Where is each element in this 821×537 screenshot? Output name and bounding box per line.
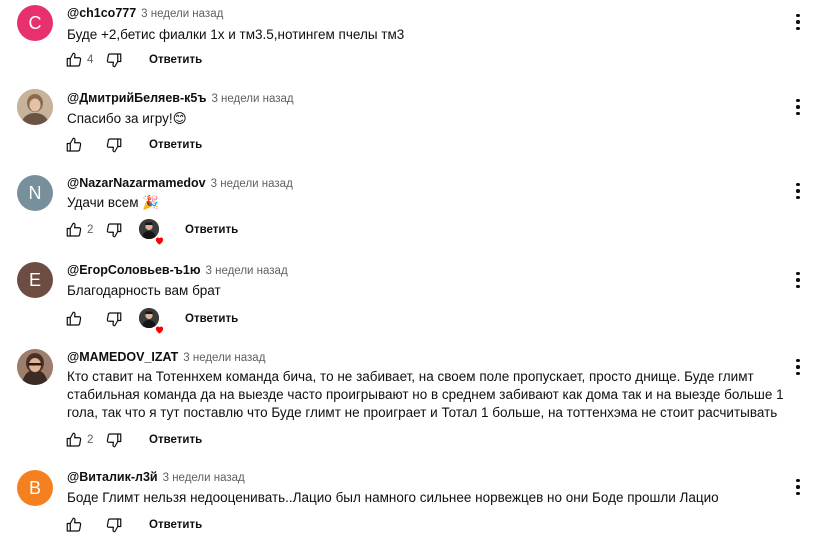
author-name[interactable]: @NazarNazarmamedov: [67, 176, 206, 190]
author-name[interactable]: @Виталик-л3й: [67, 470, 158, 484]
comment-header: @ch1co777 3 недели назад: [67, 6, 223, 20]
avatar[interactable]: [17, 89, 53, 125]
like-count: 4: [87, 54, 94, 66]
comment-header: @ЕгорСоловьев-ъ1ю 3 недели назад: [67, 263, 288, 277]
author-name[interactable]: @ЕгорСоловьев-ъ1ю: [67, 263, 201, 277]
comment-timestamp[interactable]: 3 недели назад: [206, 265, 288, 277]
comment-text: Удачи всем 🎉: [67, 195, 160, 210]
like-icon[interactable]: [63, 134, 85, 156]
like-count: 2: [87, 224, 94, 236]
comment-header: @ДмитрийБеляев-к5ъ 3 недели назад: [67, 91, 294, 105]
creator-heart-badge[interactable]: [139, 308, 164, 334]
dislike-icon[interactable]: [103, 308, 125, 330]
comment-actions: Ответить: [63, 307, 238, 334]
author-name[interactable]: @ch1co777: [67, 6, 136, 20]
more-options-icon[interactable]: [789, 357, 807, 377]
more-options-icon[interactable]: [789, 181, 807, 201]
like-count: 2: [87, 434, 94, 446]
comment-actions: 2 Ответить: [63, 218, 238, 245]
comment-actions: 2 Ответить: [63, 428, 202, 452]
avatar[interactable]: B: [17, 470, 53, 506]
heart-icon: [154, 233, 165, 245]
avatar[interactable]: N: [17, 175, 53, 211]
like-icon[interactable]: [63, 429, 85, 451]
like-icon[interactable]: [63, 514, 85, 536]
dislike-icon[interactable]: [103, 134, 125, 156]
comment-timestamp[interactable]: 3 недели назад: [141, 8, 223, 20]
like-icon[interactable]: [63, 49, 85, 71]
comment-header: @Виталик-л3й 3 недели назад: [67, 470, 245, 484]
reply-button[interactable]: Ответить: [185, 313, 238, 325]
comment-text: Благодарность вам брат: [67, 283, 221, 298]
comment-actions: Ответить: [63, 513, 202, 537]
comment-text: Буде +2,бетис фиалки 1х и тм3.5,нотингем…: [67, 27, 405, 42]
comment-text: Спасибо за игру!😊: [67, 111, 187, 126]
comment-timestamp[interactable]: 3 недели назад: [211, 178, 293, 190]
comment-text: Кто ставит на Тотеннхем команда бича, то…: [67, 369, 784, 420]
more-options-icon[interactable]: [789, 97, 807, 117]
comment-actions: Ответить: [63, 133, 202, 157]
avatar[interactable]: C: [17, 5, 53, 41]
like-icon[interactable]: [63, 308, 85, 330]
comment-header: @NazarNazarmamedov 3 недели назад: [67, 176, 293, 190]
heart-icon: [154, 322, 165, 334]
comment-timestamp[interactable]: 3 недели назад: [211, 93, 293, 105]
dislike-icon[interactable]: [103, 219, 125, 241]
dislike-icon[interactable]: [103, 514, 125, 536]
avatar[interactable]: E: [17, 262, 53, 298]
avatar[interactable]: [17, 349, 53, 385]
reply-button[interactable]: Ответить: [149, 54, 202, 66]
creator-heart-badge[interactable]: [139, 219, 164, 245]
reply-button[interactable]: Ответить: [149, 519, 202, 531]
dislike-icon[interactable]: [103, 429, 125, 451]
reply-button[interactable]: Ответить: [149, 434, 202, 446]
author-name[interactable]: @MAMEDOV_IZAT: [67, 350, 178, 364]
comment-timestamp[interactable]: 3 недели назад: [163, 472, 245, 484]
more-options-icon[interactable]: [789, 12, 807, 32]
dislike-icon[interactable]: [103, 49, 125, 71]
comment-header: @MAMEDOV_IZAT 3 недели назад: [67, 350, 265, 364]
more-options-icon[interactable]: [789, 270, 807, 290]
more-options-icon[interactable]: [789, 477, 807, 497]
reply-button[interactable]: Ответить: [185, 224, 238, 236]
reply-button[interactable]: Ответить: [149, 139, 202, 151]
author-name[interactable]: @ДмитрийБеляев-к5ъ: [67, 91, 206, 105]
comment-actions: 4 Ответить: [63, 48, 202, 72]
comment-text: Боде Глимт нельзя недооценивать..Лацио б…: [67, 490, 719, 505]
comment-timestamp[interactable]: 3 недели назад: [183, 352, 265, 364]
like-icon[interactable]: [63, 219, 85, 241]
